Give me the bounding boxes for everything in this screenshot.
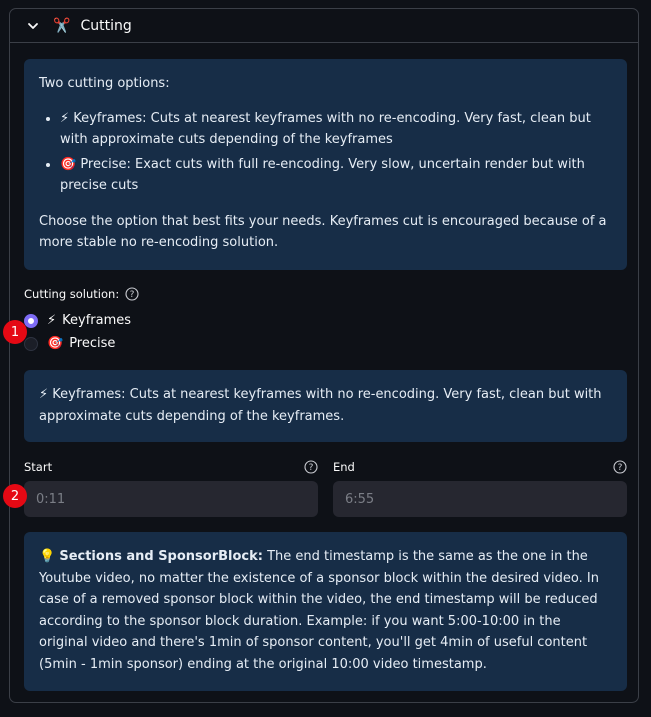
end-help-icon[interactable]: ? (613, 459, 627, 478)
help-icon[interactable]: ? (125, 287, 139, 301)
chevron-down-icon[interactable] (25, 18, 41, 34)
cutting-solution-label: Cutting solution: (24, 287, 120, 301)
lightbulb-icon: 💡 (39, 549, 56, 564)
start-help-icon[interactable]: ? (304, 459, 318, 478)
annotation-marker-2: 2 (3, 484, 27, 508)
radio-group-label: Cutting solution: ? (24, 287, 139, 301)
radio-label-precise: Precise (69, 336, 116, 351)
radio-option-keyframes[interactable]: ⚡ Keyframes (24, 313, 131, 328)
scissors-icon: ✂️ (53, 17, 71, 34)
radio-button-unselected[interactable] (24, 336, 38, 351)
sponsorblock-text: 💡 Sections and SponsorBlock: The end tim… (39, 546, 612, 675)
info-outro: Choose the option that best fits your ne… (39, 213, 607, 251)
selected-option-info: ⚡ Keyframes: Cuts at nearest keyframes w… (24, 370, 627, 442)
start-input[interactable] (24, 481, 318, 517)
expander-title: Cutting (80, 17, 132, 34)
end-input[interactable] (333, 481, 627, 517)
sponsorblock-info: 💡 Sections and SponsorBlock: The end tim… (24, 532, 627, 691)
radio-option-precise[interactable]: 🎯 Precise (24, 336, 115, 351)
annotation-marker-1: 1 (3, 320, 27, 344)
radio-button-selected[interactable] (24, 313, 38, 328)
svg-text:?: ? (130, 290, 135, 300)
options-list: ⚡ Keyframes: Cuts at nearest keyframes w… (39, 108, 612, 197)
cutting-options-info: Two cutting options: ⚡ Keyframes: Cuts a… (24, 59, 627, 270)
svg-text:?: ? (309, 463, 314, 473)
start-label: Start (24, 460, 53, 474)
selected-option-text: ⚡ Keyframes: Cuts at nearest keyframes w… (39, 387, 602, 424)
svg-text:?: ? (618, 463, 623, 473)
sponsorblock-body: The end timestamp is the same as the one… (39, 549, 599, 672)
list-item-keyframes: ⚡ Keyframes: Cuts at nearest keyframes w… (60, 108, 612, 151)
end-label: End (333, 460, 355, 474)
list-item-precise: 🎯 Precise: Exact cuts with full re-encod… (60, 154, 612, 197)
target-icon: 🎯 (47, 336, 64, 351)
radio-label-keyframes: Keyframes (62, 313, 132, 328)
lightning-icon: ⚡ (47, 313, 57, 328)
expander-header[interactable]: ✂️ Cutting (10, 9, 638, 43)
sponsorblock-title: Sections and SponsorBlock: (59, 549, 263, 564)
info-intro: Two cutting options: (39, 76, 170, 91)
